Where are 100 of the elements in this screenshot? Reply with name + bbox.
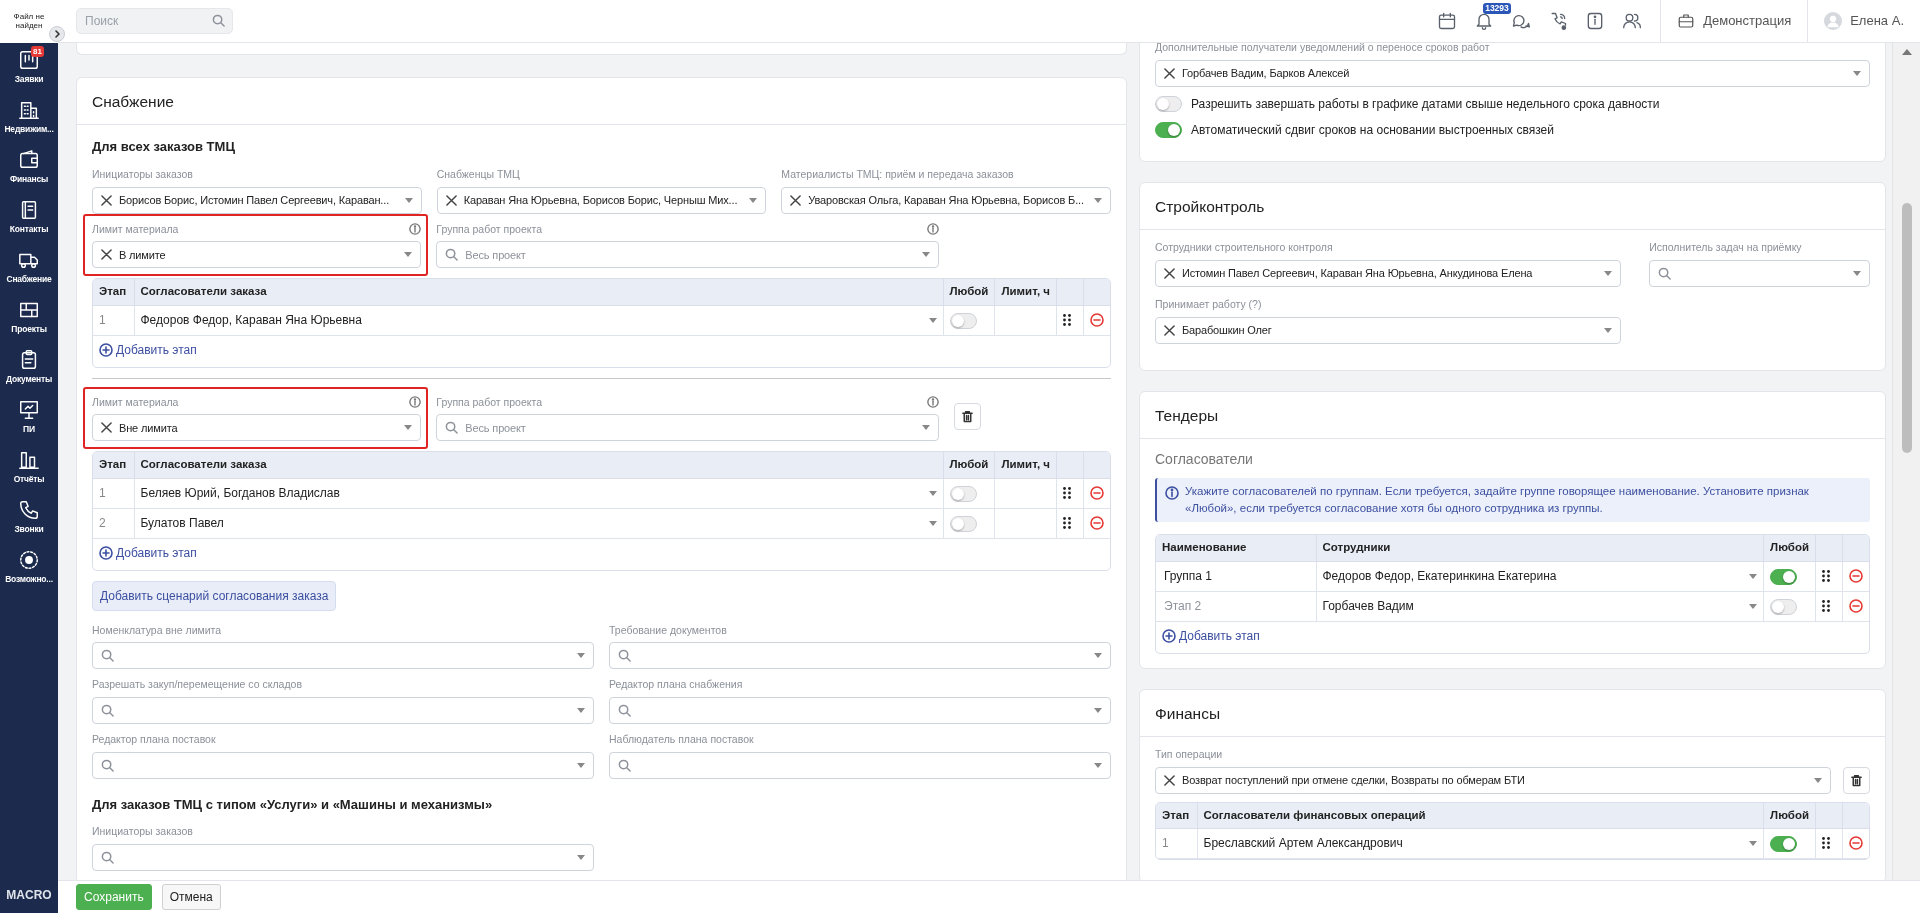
caret-icon[interactable] [928, 317, 937, 323]
caret-icon[interactable] [404, 425, 413, 431]
caret-icon[interactable] [1853, 270, 1861, 276]
clear-icon[interactable] [790, 194, 802, 206]
clear-icon[interactable] [1164, 67, 1175, 79]
caret-icon[interactable] [577, 708, 585, 713]
caret-icon[interactable] [1749, 840, 1758, 846]
toggle-switch[interactable] [1770, 568, 1798, 585]
approvers-field[interactable]: Федоров Федор, Екатеринкина Екатерина [1322, 567, 1758, 585]
caret-icon[interactable] [404, 197, 413, 203]
add-stage-link[interactable]: Добавить этап [1162, 626, 1260, 645]
remove-icon[interactable] [1090, 516, 1104, 530]
toggle-switch[interactable] [1770, 836, 1798, 853]
add-stage-link[interactable]: Добавить этап [99, 340, 197, 359]
caret-icon[interactable] [404, 252, 413, 258]
sidebar-item[interactable]: Возможно... [0, 543, 58, 593]
select-field[interactable] [609, 751, 1111, 779]
toggle-switch[interactable] [1155, 95, 1182, 112]
caret-icon[interactable] [1094, 762, 1102, 768]
clear-icon[interactable] [101, 249, 112, 261]
cancel-button[interactable]: Отмена [161, 884, 221, 910]
caret-icon[interactable] [1094, 197, 1102, 203]
toggle-switch[interactable] [949, 485, 977, 502]
calendar-icon[interactable] [1437, 11, 1458, 31]
select-field[interactable]: Горбачев Вадим, Барков Алексей [1155, 59, 1870, 87]
drag-handle-icon[interactable] [1063, 487, 1071, 499]
approvers-field[interactable]: Булатов Павел [140, 514, 937, 532]
search-field[interactable]: Поиск [76, 8, 233, 34]
caret-icon[interactable] [1749, 603, 1758, 609]
caret-icon[interactable] [577, 855, 585, 860]
sidebar-item[interactable]: Финансы [0, 143, 58, 193]
toggle-switch[interactable] [1155, 121, 1182, 138]
name-field[interactable]: Группа 1 [1162, 566, 1310, 586]
sidebar-item[interactable]: Контакты [0, 193, 58, 243]
workspace-link[interactable]: Демонстрация [1703, 11, 1792, 31]
drag-handle-icon[interactable] [1822, 570, 1830, 582]
caret-icon[interactable] [922, 252, 931, 258]
name-field[interactable]: Этап 2 [1162, 596, 1310, 616]
approvers-field[interactable]: Федоров Федор, Караван Яна Юрьевна [140, 311, 937, 329]
approvers-field[interactable]: Бреславский Артем Александрович [1203, 834, 1758, 853]
delete-button[interactable] [954, 402, 982, 430]
drag-handle-icon[interactable] [1822, 837, 1830, 850]
caret-icon[interactable] [1094, 708, 1102, 713]
add-scenario-button[interactable]: Добавить сценарий согласования заказа [92, 580, 337, 611]
select-field[interactable]: Истомин Павел Сергеевич, Караван Яна Юрьевна, Анкудинова Елена [1155, 259, 1622, 287]
remove-icon[interactable] [1849, 599, 1863, 613]
select-field[interactable]: Караван Яна Юрьевна, Борисов Борис, Черныш Мих... [436, 186, 767, 214]
drag-handle-icon[interactable] [1063, 314, 1071, 326]
clear-icon[interactable] [1164, 774, 1175, 786]
scrollbar[interactable] [1892, 43, 1920, 880]
users-icon[interactable] [1622, 11, 1643, 31]
sidebar-item[interactable]: ПИ [0, 393, 58, 443]
caret-icon[interactable] [749, 197, 758, 203]
toggle-switch[interactable] [949, 312, 977, 329]
caret-icon[interactable] [577, 762, 585, 768]
select-field[interactable]: Возврат поступлений при отмене сделки, Возвраты по обмерам БТИ [1155, 766, 1831, 794]
caret-icon[interactable] [928, 520, 937, 526]
approvers-field[interactable]: Беляев Юрий, Богданов Владислав [140, 484, 937, 502]
caret-icon[interactable] [577, 653, 585, 659]
select-field[interactable] [92, 751, 594, 779]
clear-icon[interactable] [101, 194, 112, 206]
sidebar-item[interactable]: Отчёты [0, 443, 58, 493]
caret-icon[interactable] [922, 425, 931, 431]
drag-handle-icon[interactable] [1063, 517, 1071, 529]
approvers-field[interactable]: Горбачев Вадим [1322, 597, 1758, 615]
toggle-switch[interactable] [949, 515, 977, 532]
sidebar-item[interactable]: Проекты [0, 293, 58, 343]
drag-handle-icon[interactable] [1822, 600, 1830, 612]
sidebar-item[interactable]: Документы [0, 343, 58, 393]
sidebar-item[interactable]: Снабжение [0, 243, 58, 293]
select-field[interactable] [92, 642, 594, 670]
select-field[interactable]: Вне лимита [92, 414, 422, 442]
remove-icon[interactable] [1090, 313, 1104, 327]
select-field[interactable] [609, 642, 1111, 670]
clear-icon[interactable] [445, 194, 457, 206]
clear-icon[interactable] [1164, 324, 1175, 336]
select-field[interactable]: Уваровская Ольга, Караван Яна Юрьевна, Борисов Б... [781, 186, 1111, 214]
select-field[interactable] [1649, 259, 1870, 287]
clear-icon[interactable] [101, 422, 112, 434]
sidebar-item[interactable]: 81 Заявки [0, 43, 58, 93]
select-field[interactable]: Борисов Борис, Истомин Павел Сергеевич, Караван... [92, 186, 422, 214]
caret-icon[interactable] [1604, 270, 1613, 276]
sidebar-item[interactable]: Недвижим... [0, 93, 58, 143]
select-field[interactable]: Барабошкин Олег [1155, 316, 1622, 344]
caret-icon[interactable] [1814, 777, 1822, 783]
sidebar-item[interactable]: Звонки [0, 493, 58, 543]
user-name[interactable]: Елена А. [1850, 11, 1904, 31]
add-stage-link[interactable]: Добавить этап [99, 543, 197, 562]
toggle-switch[interactable] [1770, 598, 1798, 615]
remove-icon[interactable] [1090, 486, 1104, 500]
delete-button[interactable] [1843, 766, 1870, 794]
caret-icon[interactable] [1094, 653, 1102, 659]
clear-icon[interactable] [1164, 267, 1175, 279]
remove-icon[interactable] [1849, 569, 1863, 583]
select-field[interactable] [92, 844, 594, 871]
caret-icon[interactable] [1853, 70, 1861, 76]
select-field[interactable]: В лимите [92, 241, 422, 269]
caret-icon[interactable] [1604, 327, 1613, 333]
caret-icon[interactable] [928, 490, 937, 496]
select-field[interactable] [609, 697, 1111, 724]
